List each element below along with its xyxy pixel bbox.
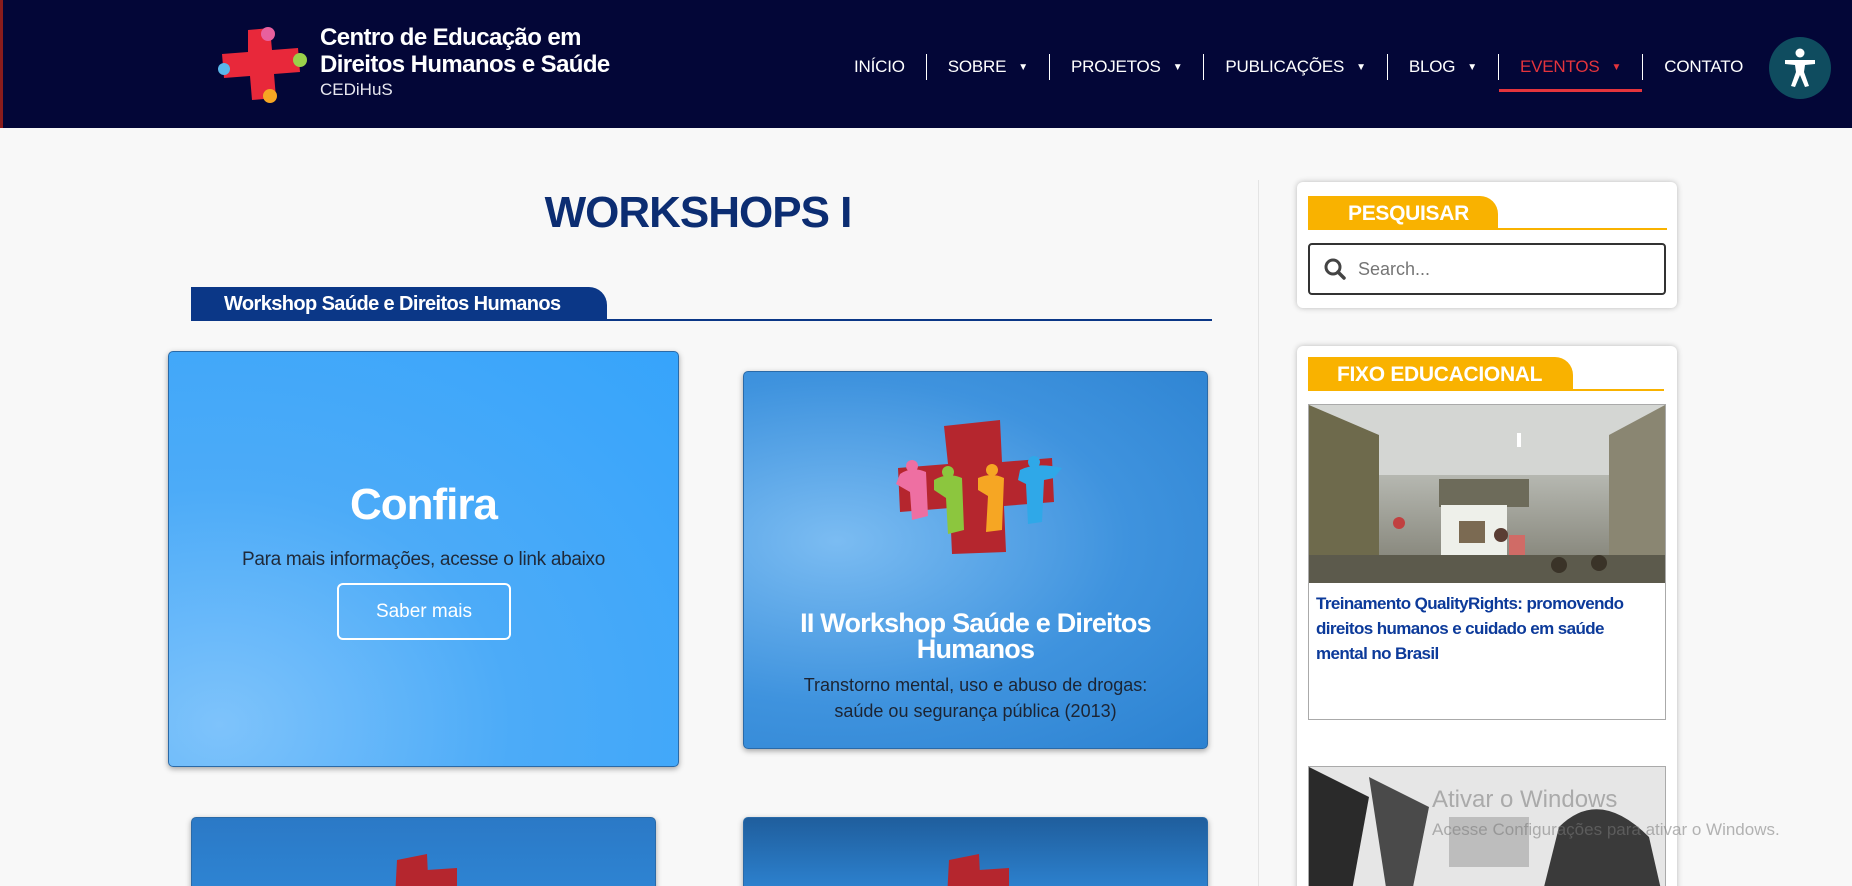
search-widget: PESQUISAR bbox=[1297, 182, 1677, 308]
search-icon bbox=[1324, 258, 1346, 280]
page-title: WORKSHOPS I bbox=[544, 188, 853, 237]
section-tab: Workshop Saúde e Direitos Humanos bbox=[191, 287, 607, 321]
workshop-logo-icon bbox=[947, 854, 1009, 886]
nav-item-contato[interactable]: CONTATO bbox=[1643, 44, 1764, 90]
workshop-logo-icon bbox=[395, 854, 457, 886]
chevron-down-icon: ▼ bbox=[1018, 61, 1028, 73]
section-divider bbox=[191, 319, 1212, 321]
chevron-down-icon: ▼ bbox=[1172, 61, 1183, 73]
nav-item-sobre[interactable]: SOBRE ▼ bbox=[927, 44, 1049, 90]
search-widget-tab: PESQUISAR bbox=[1308, 196, 1498, 230]
chevron-down-icon: ▼ bbox=[1611, 61, 1622, 73]
cedihus-logo-icon bbox=[218, 24, 314, 106]
site-header: Centro de Educação em Direitos Humanos e… bbox=[0, 0, 1852, 128]
workshop-logo-icon bbox=[896, 420, 1062, 554]
confira-title: Confira bbox=[350, 480, 498, 529]
workshop-title: II Workshop Saúde e Direitos Humanos bbox=[800, 608, 1151, 664]
brand-name-line1: Centro de Educação em bbox=[320, 24, 581, 51]
watermark-title: Ativar o Windows bbox=[1432, 786, 1618, 813]
confira-card: Confira Para mais informações, acesse o … bbox=[168, 351, 679, 767]
search-input[interactable] bbox=[1358, 258, 1638, 280]
fixo-widget-tab: FIXO EDUCACIONAL bbox=[1308, 357, 1573, 391]
brand-name-line2: Direitos Humanos e Saúde bbox=[320, 51, 610, 78]
accessibility-button[interactable] bbox=[1769, 37, 1831, 99]
windows-activation-watermark: Ativar o Windows Acesse Configurações pa… bbox=[1432, 786, 1780, 840]
nav-item-projetos[interactable]: PROJETOS ▼ bbox=[1050, 44, 1203, 90]
nav-item-publicacoes[interactable]: PUBLICAÇÕES ▼ bbox=[1204, 44, 1386, 90]
workshop-card[interactable] bbox=[743, 817, 1208, 886]
saber-mais-button[interactable]: Saber mais bbox=[337, 583, 511, 640]
search-widget-line bbox=[1497, 228, 1667, 230]
workshop-card[interactable]: II Workshop Saúde e Direitos Humanos Tra… bbox=[743, 371, 1208, 749]
workshop-subtitle-line1: Transtorno mental, uso e abuso de drogas… bbox=[803, 675, 1148, 695]
nav-item-eventos[interactable]: EVENTOS ▼ bbox=[1499, 44, 1643, 92]
sidebar-divider bbox=[1258, 180, 1259, 886]
workshop-subtitle: Transtorno mental, uso e abuso de drogas… bbox=[744, 672, 1207, 724]
site-logo[interactable]: Centro de Educação em Direitos Humanos e… bbox=[218, 24, 610, 106]
chevron-down-icon: ▼ bbox=[1356, 61, 1366, 73]
accessibility-icon bbox=[1785, 48, 1815, 87]
main-nav: INÍCIO SOBRE ▼ PROJETOS ▼ PUBLICAÇÕES ▼ BLO… bbox=[833, 44, 1764, 92]
chevron-down-icon: ▼ bbox=[1467, 61, 1477, 73]
post-thumbnail bbox=[1309, 405, 1665, 583]
search-field[interactable] bbox=[1308, 243, 1666, 295]
confira-text: Para mais informações, acesse o link aba… bbox=[241, 549, 606, 570]
watermark-text: Acesse Configurações para ativar o Windo… bbox=[1432, 820, 1780, 839]
fixo-widget-line bbox=[1572, 389, 1664, 391]
nav-item-inicio[interactable]: INÍCIO bbox=[833, 44, 926, 90]
nav-item-blog[interactable]: BLOG ▼ bbox=[1388, 44, 1498, 90]
brand-acronym: CEDiHuS bbox=[320, 80, 393, 99]
post-title[interactable]: Treinamento QualityRights: promovendo di… bbox=[1316, 591, 1656, 666]
workshop-subtitle-line2: saúde ou segurança pública (2013) bbox=[834, 701, 1117, 721]
featured-post-card[interactable]: Treinamento QualityRights: promovendo di… bbox=[1308, 404, 1666, 720]
workshop-card[interactable] bbox=[191, 817, 656, 886]
